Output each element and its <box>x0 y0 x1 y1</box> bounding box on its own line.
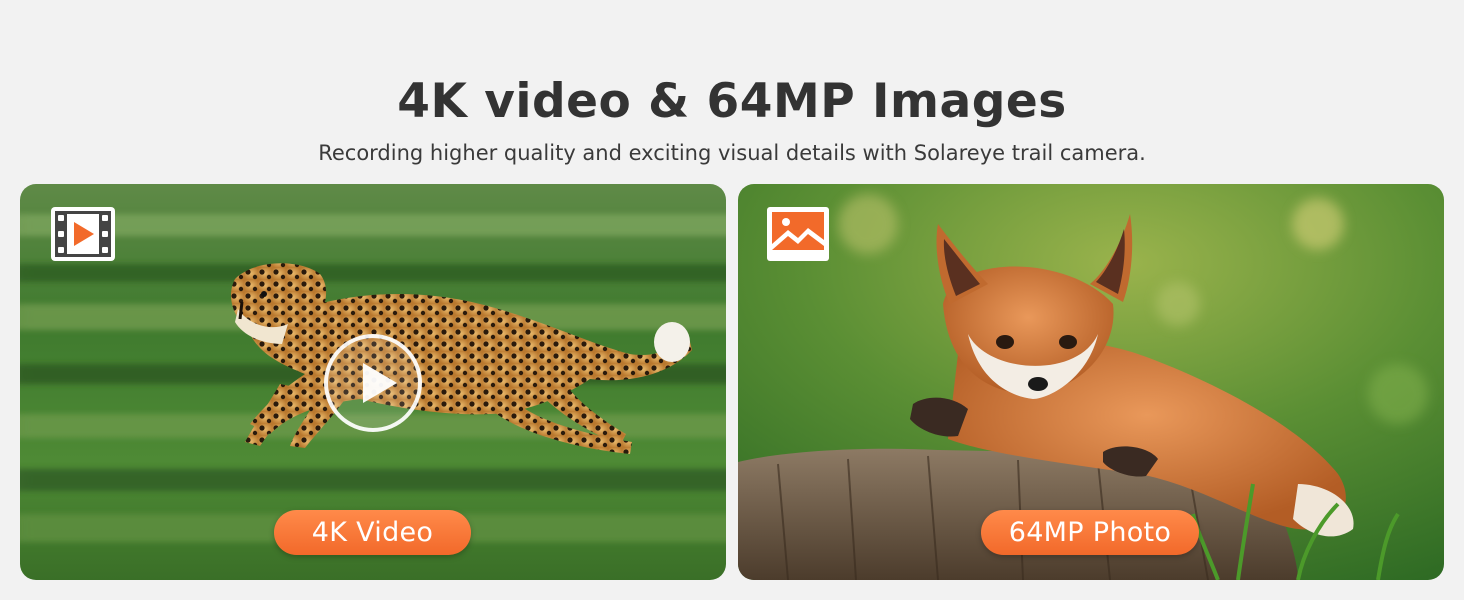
video-label-badge: 4K Video <box>274 510 471 555</box>
video-card[interactable]: 4K Video <box>20 184 726 580</box>
page-title: 4K video & 64MP Images <box>397 74 1067 129</box>
photo-card[interactable]: 64MP Photo <box>738 184 1444 580</box>
landscape-image-icon <box>767 207 829 261</box>
page-subtitle: Recording higher quality and exciting vi… <box>318 141 1146 165</box>
photo-label-badge: 64MP Photo <box>981 510 1199 555</box>
film-strip-play-icon <box>51 207 115 261</box>
play-button[interactable] <box>324 334 422 432</box>
